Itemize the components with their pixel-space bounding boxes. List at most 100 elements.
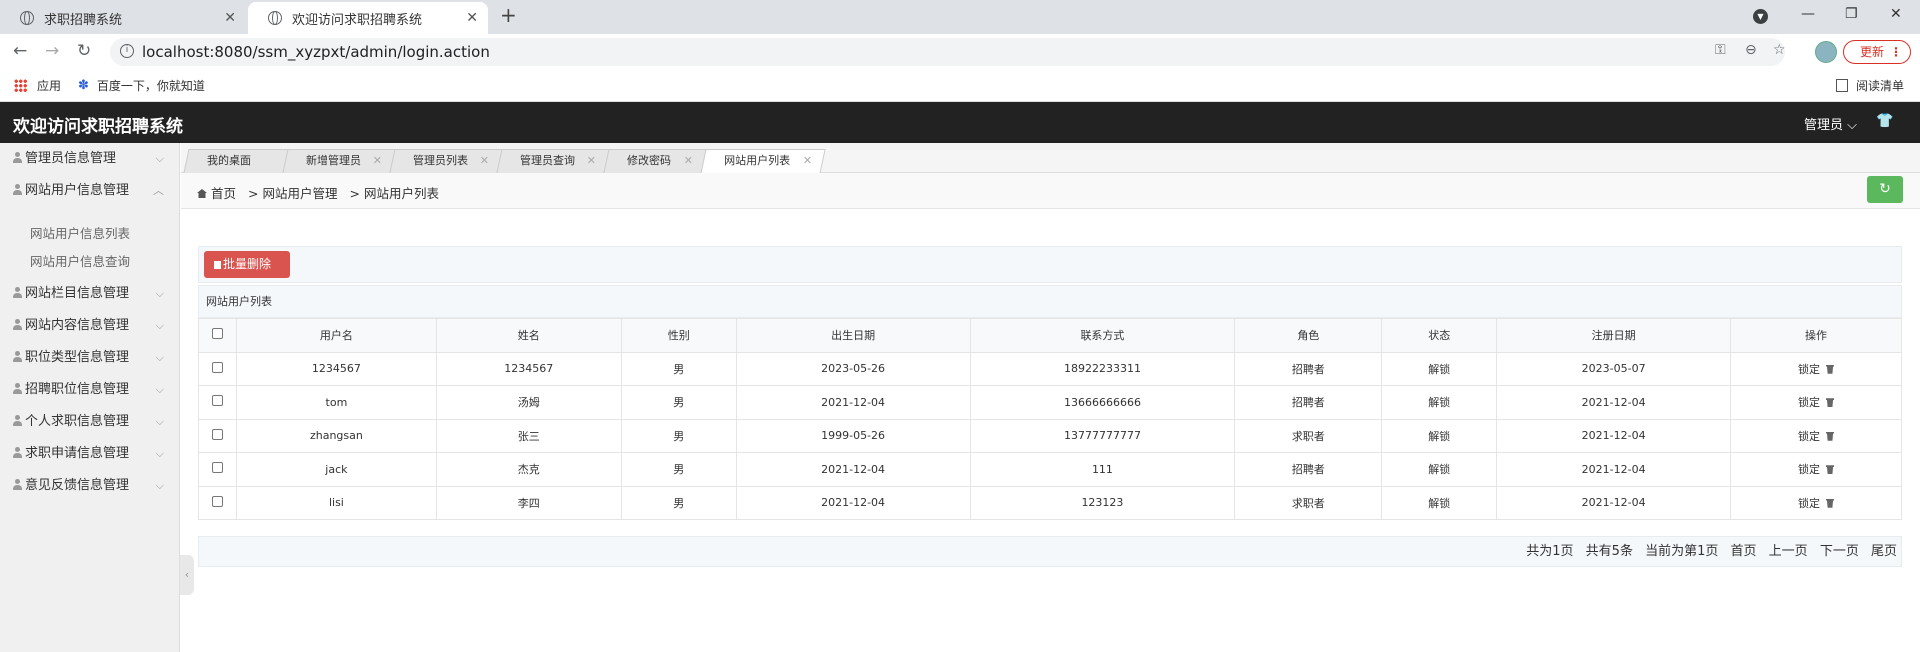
cell-status: 解锁 — [1381, 452, 1498, 487]
cell-role: 招聘者 — [1234, 385, 1383, 420]
row-checkbox[interactable] — [211, 428, 223, 440]
bookmark-apps[interactable]: 应用 — [14, 77, 61, 94]
star-icon[interactable]: ☆ — [1773, 42, 1786, 58]
window-close-icon[interactable]: ✕ — [1890, 6, 1902, 22]
row-checkbox[interactable] — [211, 495, 223, 507]
restore-icon[interactable]: ❐ — [1845, 6, 1858, 22]
sidebar-item-columns[interactable]: 网站栏目信息管理 ⌵ — [0, 278, 180, 310]
sidebar-item-resumes[interactable]: 个人求职信息管理 ⌵ — [0, 406, 180, 438]
close-icon[interactable]: ✕ — [480, 150, 489, 172]
reading-list-icon — [1836, 79, 1848, 92]
page-tab-strip: 我的桌面 新增管理员 ✕ 管理员列表 ✕ 管理员查询 ✕ 修改密码 ✕ 网站用户列表 ✕ — [181, 143, 1920, 174]
cell-contact: 111 — [969, 452, 1236, 487]
sidebar-item-applications[interactable]: 求职申请信息管理 ⌵ — [0, 438, 180, 470]
lock-link[interactable]: 锁定 — [1798, 396, 1820, 409]
table-header-row: 用户名 姓名 性别 出生日期 联系方式 角色 状态 注册日期 操作 — [198, 318, 1902, 353]
back-icon[interactable]: ← — [13, 41, 27, 61]
row-checkbox[interactable] — [211, 395, 223, 407]
tab-search-icon[interactable]: ▼ — [1753, 9, 1768, 24]
breadcrumb-home[interactable]: 首页 — [211, 186, 236, 201]
row-checkbox[interactable] — [211, 361, 223, 373]
tab-add-admin[interactable]: 新增管理员 ✕ — [282, 149, 396, 173]
trash-icon[interactable] — [1826, 465, 1835, 475]
refresh-button[interactable]: ↻ — [1867, 176, 1903, 203]
sidebar-item-label: 求职申请信息管理 — [25, 446, 130, 461]
sidebar-item-label: 招聘职位信息管理 — [25, 382, 130, 397]
close-icon[interactable]: ✕ — [373, 150, 382, 172]
sidebar-item-label: 网站内容信息管理 — [25, 318, 130, 333]
pager-prev[interactable]: 上一页 — [1769, 544, 1808, 559]
close-icon[interactable]: ✕ — [803, 150, 812, 172]
toolbar-panel — [198, 246, 1902, 283]
tab-label: 我的桌面 — [207, 154, 251, 167]
sidebar-item-site-users[interactable]: 网站用户信息管理 ︿ — [0, 175, 180, 207]
tab-site-user-list[interactable]: 网站用户列表 ✕ — [700, 149, 826, 174]
baidu-paw-icon: ✽ — [78, 78, 89, 93]
trash-icon[interactable] — [1826, 498, 1835, 508]
batch-delete-button[interactable]: 批量删除 — [204, 251, 290, 278]
site-info-icon[interactable]: i — [120, 44, 134, 58]
close-icon[interactable]: ✕ — [684, 150, 693, 172]
trash-icon[interactable] — [1826, 431, 1835, 441]
cell-contact: 123123 — [969, 485, 1236, 520]
close-icon[interactable]: ✕ — [587, 150, 596, 172]
skin-icon[interactable]: 👕 — [1876, 113, 1893, 129]
select-all-checkbox[interactable] — [211, 328, 223, 340]
sidebar-item-content[interactable]: 网站内容信息管理 ⌵ — [0, 310, 180, 342]
cell-username: 1234567 — [235, 351, 437, 386]
pager-next[interactable]: 下一页 — [1820, 544, 1859, 559]
breadcrumb-level1: 网站用户管理 — [262, 186, 338, 201]
chevron-down-icon: ⌵ — [155, 447, 164, 460]
column-header: 联系方式 — [969, 318, 1236, 353]
close-tab-icon[interactable]: ✕ — [224, 10, 236, 26]
url-text[interactable]: localhost:8080/ssm_xyzpxt/admin/login.ac… — [142, 43, 490, 61]
bookmark-baidu[interactable]: ✽ 百度一下，你就知道 — [78, 77, 205, 94]
lock-link[interactable]: 锁定 — [1798, 463, 1820, 476]
update-button[interactable]: 更新 ⋮ — [1843, 40, 1911, 64]
chevron-down-icon: ⌵ — [155, 351, 164, 364]
cell-contact: 18922233311 — [969, 351, 1236, 386]
pager-first[interactable]: 首页 — [1731, 544, 1757, 559]
tab-desktop[interactable]: 我的桌面 — [183, 149, 289, 173]
trash-icon[interactable] — [1826, 364, 1835, 374]
reload-icon[interactable]: ↻ — [77, 41, 91, 61]
tab-admin-list[interactable]: 管理员列表 ✕ — [389, 149, 503, 173]
sidebar-item-admin[interactable]: 管理员信息管理 ⌵ — [0, 143, 180, 175]
profile-avatar[interactable] — [1815, 41, 1837, 63]
close-tab-icon[interactable]: ✕ — [466, 10, 478, 26]
reading-list[interactable]: 阅读清单 — [1836, 77, 1904, 94]
minimize-icon[interactable]: — — [1801, 6, 1815, 22]
cell-birth: 2021-12-04 — [735, 385, 971, 420]
tab-admin-query[interactable]: 管理员查询 ✕ — [496, 149, 610, 173]
sidebar-item-job-types[interactable]: 职位类型信息管理 ⌵ — [0, 342, 180, 374]
sidebar-collapse-handle[interactable]: ‹ — [180, 555, 194, 595]
sidebar-item-label: 网站用户信息管理 — [25, 183, 130, 198]
table-row: jack 杰克 男 2021-12-04 111 招聘者 解锁 2021-12-… — [198, 452, 1902, 487]
omnibox[interactable]: i localhost:8080/ssm_xyzpxt/admin/login.… — [110, 38, 1786, 66]
browser-tab[interactable]: 求职招聘系统 ✕ — [0, 2, 246, 34]
row-checkbox[interactable] — [211, 462, 223, 474]
lock-link[interactable]: 锁定 — [1798, 363, 1820, 376]
forward-icon[interactable]: → — [45, 41, 59, 61]
zoom-icon[interactable]: ⊖ — [1745, 42, 1757, 58]
sidebar-item-jobs[interactable]: 招聘职位信息管理 ⌵ — [0, 374, 180, 406]
cell-role: 招聘者 — [1234, 452, 1383, 487]
trash-icon[interactable] — [1826, 398, 1835, 408]
tab-change-password[interactable]: 修改密码 ✕ — [603, 149, 707, 173]
lock-link[interactable]: 锁定 — [1798, 430, 1820, 443]
globe-icon — [268, 11, 282, 25]
cell-status: 解锁 — [1381, 351, 1498, 386]
update-label: 更新 — [1860, 45, 1885, 59]
chevron-down-icon: ⌵ — [155, 287, 164, 300]
cell-birth: 2023-05-26 — [735, 351, 971, 386]
browser-tab-active[interactable]: 欢迎访问求职招聘系统 ✕ — [248, 2, 488, 34]
lock-link[interactable]: 锁定 — [1798, 497, 1820, 510]
new-tab-button[interactable]: + — [500, 3, 517, 27]
sidebar-subitem-user-list[interactable]: 网站用户信息列表 — [30, 223, 130, 242]
sidebar-subitem-user-query[interactable]: 网站用户信息查询 — [30, 251, 130, 270]
key-icon[interactable]: ⚿ — [1715, 42, 1726, 58]
user-menu[interactable]: 管理员 ⌵ — [1804, 114, 1857, 133]
pager-last[interactable]: 尾页 — [1871, 544, 1897, 559]
sidebar-item-feedback[interactable]: 意见反馈信息管理 ⌵ — [0, 470, 180, 502]
cell-name: 汤姆 — [435, 385, 622, 420]
